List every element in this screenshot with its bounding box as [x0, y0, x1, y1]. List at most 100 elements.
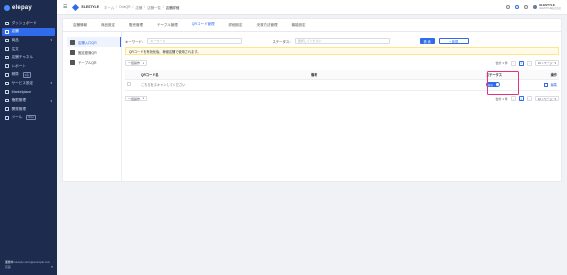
sidebar-item-permission[interactable]: 権限管理 ▾	[0, 96, 57, 105]
status-select[interactable]: 選択してください	[294, 38, 390, 44]
sidebar-item-channel[interactable]: 店舗チャネル	[0, 53, 57, 62]
store-logo-icon	[72, 3, 80, 11]
col-actions: 操作	[529, 70, 559, 80]
sidebar-item-service[interactable]: サービス設定 ▾	[0, 79, 57, 88]
total-count: 合計 1 件	[495, 96, 508, 101]
sidebar: elepay ダッシュボード 店舗 商品 ▾ 注文 店舗チャネル レポート 精算 β…	[0, 0, 57, 275]
top-header: ☰ ELESTYLE ホーム / OneQR / 店舗 / 店舗一覧 / 店舗詳細 EL…	[57, 0, 567, 15]
tab-product-settings[interactable]: 商品設定	[94, 19, 122, 32]
subnav-table-qr[interactable]: テーブルQR	[67, 57, 121, 67]
bulk-action-select[interactable]: 一括操作 ▾	[125, 60, 147, 66]
chevron-down-icon: ▾	[142, 61, 144, 65]
subnav-store-entrance-qr[interactable]: 店舗入口QR	[67, 37, 121, 47]
chevron-down-icon: ▾	[554, 96, 556, 101]
permission-icon	[5, 98, 9, 103]
qr-store-icon	[70, 39, 75, 45]
page-size-select[interactable]: 10 / ページ ▾	[534, 60, 559, 66]
next-page-button[interactable]: ›	[526, 60, 532, 66]
breadcrumb-store[interactable]: 店舗	[136, 5, 143, 10]
qr-type-nav: 店舗入口QR 固定座席QR テーブルQR	[67, 37, 121, 67]
sidebar-item-product[interactable]: 商品 ▾	[0, 36, 57, 45]
brand-logo[interactable]: elepay	[0, 0, 57, 16]
col-note: 備考	[309, 70, 484, 80]
breadcrumb-store-detail: 店舗詳細	[165, 5, 180, 10]
sidebar-item-label: 開発管理	[11, 106, 26, 111]
edit-link[interactable]: 編集	[551, 83, 557, 87]
note-cell	[309, 79, 484, 91]
sidebar-item-settlement[interactable]: 精算 β版	[0, 71, 57, 80]
total-count: 合計 1 件	[495, 61, 508, 65]
info-notice: QRコードを有効化後、稼働店舗で使用されます。	[125, 47, 559, 55]
chevron-down-icon: ▾	[142, 97, 144, 100]
account-menu[interactable]: ELESTYLE ELESTYLE株式会社	[533, 3, 561, 10]
prev-page-button[interactable]: ‹	[510, 60, 516, 66]
sidebar-item-label: サービス設定	[11, 80, 34, 85]
store-name: ELESTYLE	[81, 5, 100, 9]
tab-qr-codes[interactable]: QRコード管理	[184, 19, 222, 32]
help-icon[interactable]	[515, 5, 520, 9]
qr-panel: 店舗入口QR 固定座席QR テーブルQR キーワード： キーワード ステータス：…	[62, 31, 562, 183]
qr-code-icon[interactable]	[544, 83, 548, 87]
sidebar-item-marketplace[interactable]: Marketplace	[0, 88, 57, 97]
sidebar-item-order[interactable]: 注文	[0, 45, 57, 54]
sidebar-item-report[interactable]: レポート	[0, 62, 57, 71]
marketplace-icon	[5, 90, 9, 94]
account-company: ELESTYLE株式会社	[539, 7, 561, 10]
collapse-sidebar-icon[interactable]: «	[51, 265, 53, 269]
sidebar-item-label: Marketplace	[11, 90, 32, 95]
table-toolbar-bottom: 一括操作 ▾ 合計 1 件 ‹ 1 › 10 / ページ ▾	[125, 95, 559, 103]
tool-icon	[5, 116, 9, 120]
download-icon[interactable]	[524, 5, 529, 9]
sidebar-item-label: 注文	[11, 46, 19, 51]
keyword-input[interactable]: キーワード	[147, 38, 243, 44]
sidebar-item-label: ダッシュボード	[11, 20, 37, 25]
service-icon	[5, 81, 9, 86]
add-qr-button[interactable]: + 新規	[438, 38, 469, 44]
prev-page-button[interactable]: ‹	[510, 96, 516, 101]
sidebar-item-label: 店舗チャネル	[11, 55, 34, 60]
qr-seat-icon	[70, 49, 75, 55]
tab-features[interactable]: 機能設定	[285, 19, 313, 32]
pagination: 合計 1 件 ‹ 1 › 10 / ページ ▾	[495, 60, 559, 66]
beta-badge: β版	[22, 71, 31, 78]
tab-sales[interactable]: 販売管理	[122, 19, 150, 32]
chevron-down-icon: ▾	[50, 38, 52, 43]
sidebar-item-dev[interactable]: 開発管理	[0, 105, 57, 114]
tab-tables[interactable]: テーブル管理	[150, 19, 185, 32]
tab-details[interactable]: 詳細設定	[222, 19, 250, 32]
divider	[121, 32, 122, 183]
breadcrumb-home[interactable]: ホーム	[104, 5, 114, 10]
page-size-select[interactable]: 10 / ページ ▾	[534, 95, 559, 102]
col-qr-name: QRコード名	[139, 70, 309, 80]
menu-icon[interactable]: ☰	[63, 4, 67, 10]
row-checkbox[interactable]	[127, 82, 131, 86]
sidebar-item-tool[interactable]: ツール Beta	[0, 114, 57, 123]
account-email: elestyle.store@example.com	[14, 260, 51, 265]
bulk-action-select[interactable]: 一括操作 ▾	[125, 95, 147, 102]
sidebar-item-store[interactable]: 店舗	[2, 27, 55, 37]
sidebar-item-label: レポート	[11, 63, 26, 68]
store-tabs: 店舗情報 商品設定 販売管理 テーブル管理 QRコード管理 詳細設定 決済方法管…	[62, 18, 562, 32]
sidebar-item-label: 権限管理	[11, 98, 26, 103]
table-toolbar-top: 一括操作 ▾ 合計 1 件 ‹ 1 › 10 / ページ ▾	[125, 59, 559, 67]
search-button[interactable]: 検 索	[419, 38, 435, 44]
sidebar-footer: 運営中 elestyle.store@example.com 店舗 «	[5, 260, 53, 269]
page-number[interactable]: 1	[518, 60, 524, 66]
tab-payment-methods[interactable]: 決済方法管理	[250, 19, 285, 32]
store-icon	[5, 30, 9, 34]
sidebar-item-dashboard[interactable]: ダッシュボード	[0, 19, 57, 28]
status-column-highlight	[487, 71, 519, 95]
subnav-fixed-seat-qr[interactable]: 固定座席QR	[67, 47, 121, 57]
sidebar-item-label: 店舗	[11, 29, 19, 34]
settlement-icon	[5, 73, 9, 77]
notification-icon[interactable]	[506, 5, 511, 9]
breadcrumb-oneqr[interactable]: OneQR	[119, 5, 131, 9]
tab-store-info[interactable]: 店舗情報	[66, 19, 94, 32]
dashboard-icon	[5, 21, 9, 26]
beta-badge: Beta	[26, 115, 36, 121]
product-icon	[5, 38, 9, 43]
breadcrumb-store-list[interactable]: 店舗一覧	[147, 5, 161, 10]
next-page-button[interactable]: ›	[526, 96, 532, 101]
page-number[interactable]: 1	[518, 96, 524, 101]
chevron-down-icon: ▾	[50, 98, 52, 103]
